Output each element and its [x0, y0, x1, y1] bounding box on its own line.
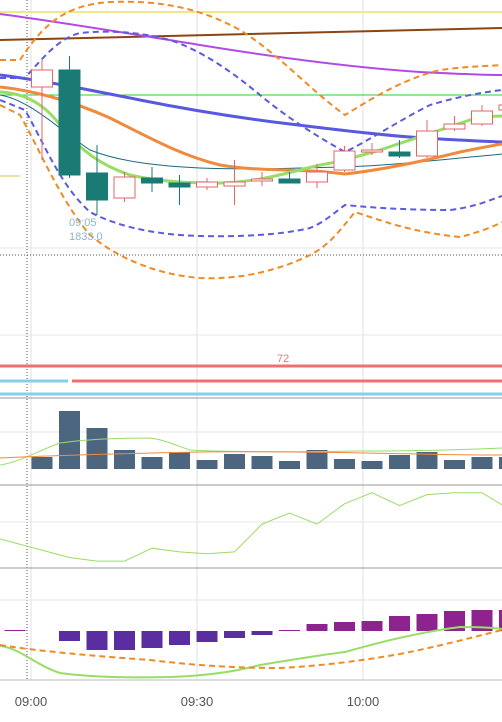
volume-bar	[86, 428, 108, 469]
candlestick-series	[31, 56, 502, 215]
volume-bar	[389, 455, 410, 469]
level-label: 72	[277, 353, 289, 365]
candle-body	[31, 69, 53, 88]
oscillator-line	[0, 492, 502, 562]
trend-lines	[0, 13, 502, 76]
stock-chart: 72 09:05 1833.0 09:00 09:30 10:00	[0, 0, 502, 709]
volume-bar	[334, 459, 355, 469]
candle-body	[196, 181, 218, 188]
macd-bar	[389, 616, 410, 631]
candle-body	[388, 151, 411, 157]
volume-bar	[31, 457, 53, 469]
macd-bar	[251, 631, 273, 635]
volume-bar	[251, 456, 273, 469]
macd-bar	[416, 614, 438, 631]
macd-bar	[86, 631, 108, 650]
macd-bar	[306, 624, 328, 631]
purple-trend-line	[0, 13, 502, 76]
candle-body	[333, 150, 356, 171]
volume-series	[31, 411, 502, 469]
volume-bar	[471, 457, 493, 469]
candle-body	[361, 149, 383, 153]
candle-body	[168, 182, 191, 188]
volume-bar	[59, 411, 80, 469]
macd-histogram	[4, 610, 502, 650]
volume-bar	[196, 460, 218, 469]
volume-bar	[279, 461, 300, 469]
macd-bar	[361, 621, 383, 631]
candle-body	[416, 130, 438, 157]
reference-lines: 72	[0, 11, 502, 396]
macd-bar	[4, 630, 26, 631]
volume-bar	[224, 454, 245, 469]
candle-body	[223, 181, 246, 187]
crosshair-value: 1833.0	[69, 231, 103, 243]
macd-bar	[334, 622, 355, 631]
macd-bar	[224, 631, 245, 638]
candle-body	[471, 110, 493, 125]
candle-body	[141, 177, 163, 184]
volume-bar	[114, 450, 135, 469]
x-tick-1000: 10:00	[347, 694, 380, 709]
candle-body	[86, 172, 108, 201]
candle-body	[306, 171, 328, 183]
candle-body	[443, 123, 466, 130]
crosshair-time: 09:05	[69, 217, 97, 229]
macd-bar	[141, 631, 163, 648]
macd-bar	[59, 631, 80, 641]
volume-bar	[361, 461, 383, 469]
candle-body	[251, 178, 273, 182]
x-tick-0900: 09:00	[15, 694, 48, 709]
macd-bar	[169, 631, 190, 645]
x-tick-0930: 09:30	[181, 694, 214, 709]
x-axis: 09:00 09:30 10:00	[15, 694, 380, 709]
macd-bar	[279, 630, 300, 631]
candle-body	[58, 69, 81, 176]
volume-bar	[169, 452, 190, 469]
volume-bar	[141, 457, 163, 469]
candle-body	[278, 178, 301, 184]
candle-body	[113, 176, 136, 199]
macd-bar	[114, 631, 135, 650]
macd-bar	[196, 631, 218, 642]
volume-bar	[444, 460, 465, 469]
